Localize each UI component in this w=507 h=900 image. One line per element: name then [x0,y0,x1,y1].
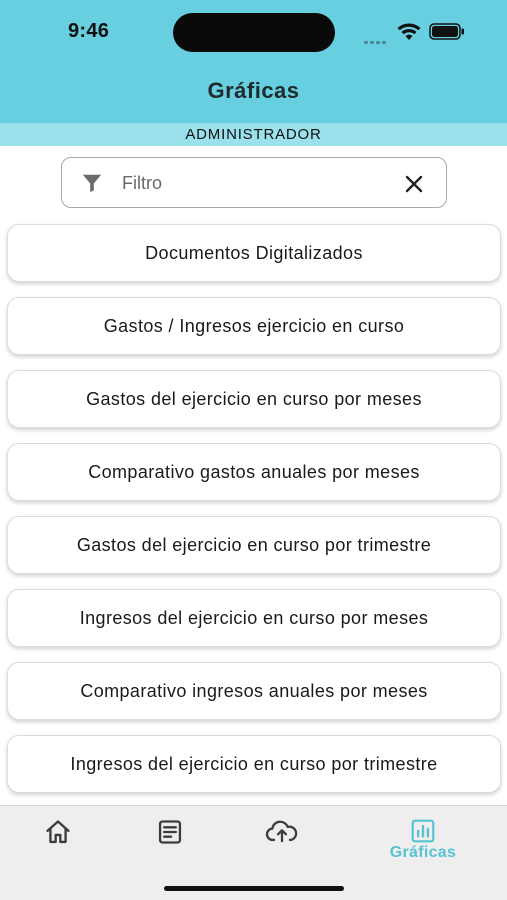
close-icon[interactable] [403,173,425,195]
cloud-upload-icon [265,820,298,843]
tab-documents[interactable] [152,818,188,868]
list-item-ingresos-meses[interactable]: Ingresos del ejercicio en curso por mese… [7,589,501,647]
tab-graficas[interactable]: Gráficas [380,818,466,868]
home-icon [46,820,70,844]
status-time: 9:46 [68,20,110,42]
app-header: 9:46 Gráficas [0,0,507,123]
chart-options-list: Documentos Digitalizados Gastos / Ingres… [7,224,501,808]
dynamic-island [173,13,335,52]
tab-home[interactable] [40,818,76,868]
role-banner: ADMINISTRADOR [0,123,507,146]
tab-graficas-label: Gráficas [389,844,457,861]
tab-upload[interactable] [264,818,300,868]
list-item-comparativo-gastos[interactable]: Comparativo gastos anuales por meses [7,443,501,501]
document-icon [158,820,182,844]
list-item-gastos-trimestre[interactable]: Gastos del ejercicio en curso por trimes… [7,516,501,574]
wifi-icon [397,23,421,40]
list-item-documentos-digitalizados[interactable]: Documentos Digitalizados [7,224,501,282]
home-indicator [164,886,344,891]
battery-icon [429,23,464,40]
filter-icon [82,174,102,193]
signal-icon [364,31,390,44]
list-item-gastos-ingresos[interactable]: Gastos / Ingresos ejercicio en curso [7,297,501,355]
list-item-comparativo-ingresos[interactable]: Comparativo ingresos anuales por meses [7,662,501,720]
chart-icon [411,819,435,843]
filter-field[interactable] [61,157,447,208]
page-title: Gráficas [207,78,300,103]
filter-input[interactable] [122,166,392,200]
list-item-ingresos-trimestre[interactable]: Ingresos del ejercicio en curso por trim… [7,735,501,793]
list-item-gastos-meses[interactable]: Gastos del ejercicio en curso por meses [7,370,501,428]
